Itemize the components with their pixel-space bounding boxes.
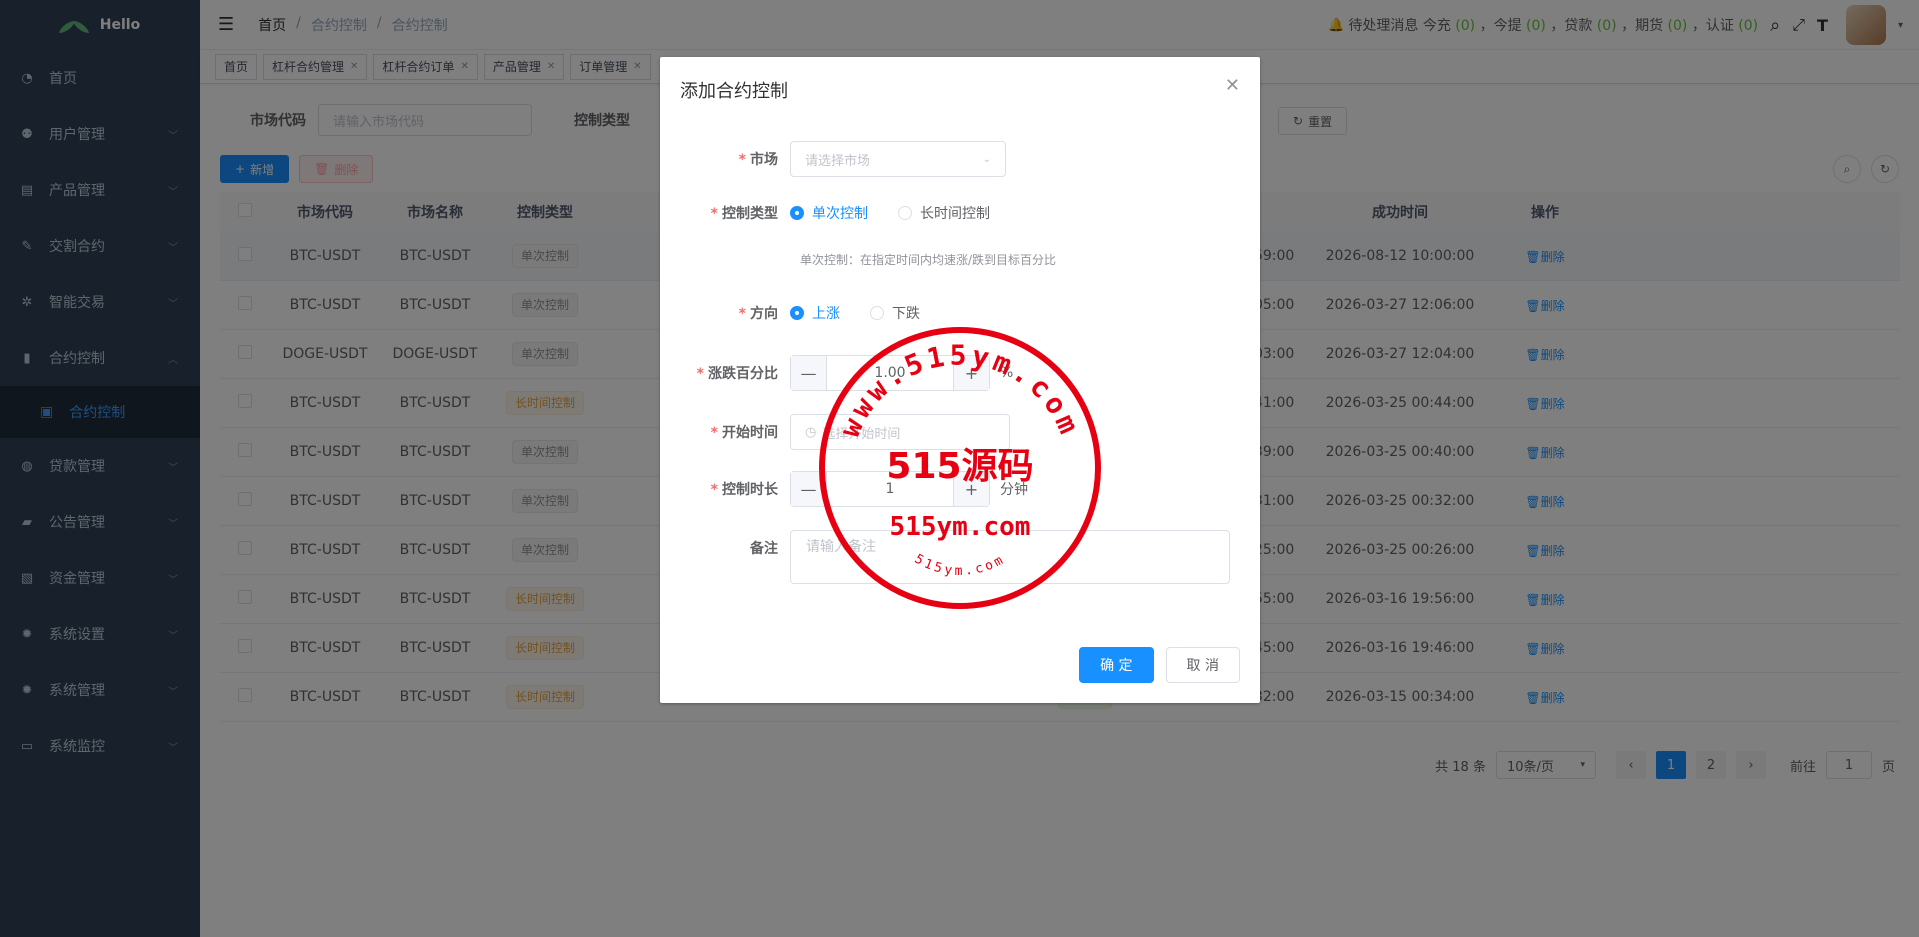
control-hint: 单次控制：在指定时间内均速涨/跌到目标百分比 <box>800 253 1057 267</box>
start-time-label: 开始时间 <box>722 425 778 441</box>
radio-single-control[interactable]: 单次控制 <box>790 203 868 223</box>
control-type-row: * 控制类型 单次控制 长时间控制 <box>660 203 1020 223</box>
watermark-stamp: www.515ym.com 515源码 515ym.com 515ym.com <box>819 327 1101 609</box>
duration-label: 控制时长 <box>722 482 778 498</box>
radio-up[interactable]: 上涨 <box>790 303 840 323</box>
remark-label: 备注 <box>750 541 778 557</box>
chevron-down-icon: ⌄ <box>982 153 991 165</box>
stamp-main-text: 515源码 <box>886 446 1033 487</box>
direction-label: 方向 <box>750 306 778 322</box>
dialog-footer: 确 定 取 消 <box>1079 647 1240 683</box>
stamp-bottom-text: 515ym.com <box>912 552 1008 579</box>
stamp-ring-text: www.515ym.com <box>833 339 1087 442</box>
radio-long-control[interactable]: 长时间控制 <box>898 203 990 223</box>
direction-row: * 方向 上涨 下跌 <box>660 303 950 323</box>
confirm-button[interactable]: 确 定 <box>1079 647 1154 683</box>
close-icon[interactable]: ✕ <box>1225 75 1240 96</box>
market-row: * 市场 请选择市场 ⌄ <box>660 141 1006 177</box>
percent-label: 涨跌百分比 <box>708 366 778 382</box>
dialog-title: 添加合约控制 <box>680 81 788 102</box>
radio-down[interactable]: 下跌 <box>870 303 920 323</box>
market-label: 市场 <box>750 152 778 168</box>
stamp-sub-text: 515ym.com <box>890 512 1031 542</box>
cancel-button[interactable]: 取 消 <box>1165 647 1240 683</box>
control-type-label: 控制类型 <box>722 206 778 222</box>
market-select[interactable]: 请选择市场 ⌄ <box>790 141 1006 177</box>
